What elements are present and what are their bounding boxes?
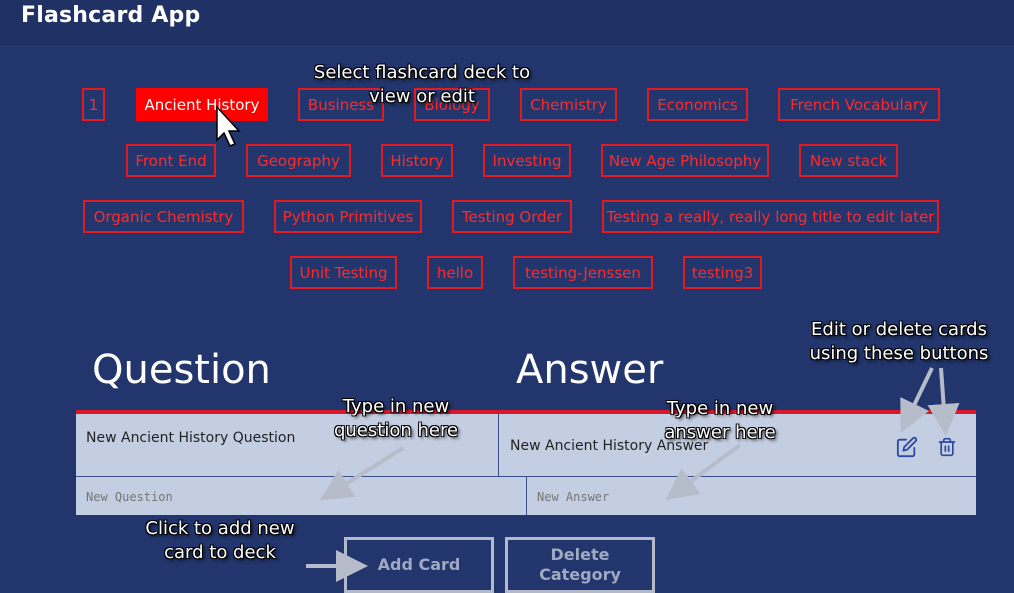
deck-button-new-age-philosophy[interactable]: New Age Philosophy (601, 144, 769, 177)
card-table: New Ancient History Question New Ancient… (76, 410, 976, 515)
deck-button-business[interactable]: Business (298, 88, 384, 121)
deck-button-hello[interactable]: hello (427, 256, 483, 289)
deck-button-testing3[interactable]: testing3 (683, 256, 762, 289)
deck-button-python-primitives[interactable]: Python Primitives (274, 200, 422, 233)
deck-button-new-stack[interactable]: New stack (799, 144, 898, 177)
app-header: Flashcard App (0, 0, 1014, 47)
deck-button-economics[interactable]: Economics (647, 88, 748, 121)
deck-button-organic-chemistry[interactable]: Organic Chemistry (83, 200, 244, 233)
deck-button-ancient-history[interactable]: Ancient History (136, 88, 268, 121)
annotation-add-card: Click to add new card to deck (145, 518, 295, 563)
deck-button-history[interactable]: History (381, 144, 453, 177)
app-title: Flashcard App (21, 3, 201, 28)
deck-button-front-end[interactable]: Front End (126, 144, 216, 177)
edit-icon[interactable] (894, 434, 920, 460)
deck-button-chemistry[interactable]: Chemistry (520, 88, 617, 121)
deck-button-biology[interactable]: Biology (414, 88, 490, 121)
new-answer-input[interactable] (527, 480, 976, 514)
deck-button-french-vocabulary[interactable]: French Vocabulary (778, 88, 940, 121)
deck-button-testing-order[interactable]: Testing Order (452, 200, 572, 233)
column-divider (498, 414, 499, 476)
card-answer: New Ancient History Answer (510, 438, 709, 454)
deck-button-investing[interactable]: Investing (483, 144, 571, 177)
deck-button-unit-testing[interactable]: Unit Testing (290, 256, 397, 289)
deck-button-testing-long-title[interactable]: Testing a really, really long title to e… (602, 200, 939, 233)
add-card-button[interactable]: Add Card (344, 537, 494, 593)
trash-icon[interactable] (934, 434, 960, 460)
deck-button-geography[interactable]: Geography (246, 144, 351, 177)
annotation-edit-delete: Edit or delete cards using these buttons (809, 319, 989, 364)
new-question-input[interactable] (76, 480, 526, 514)
answer-column-header: Answer (516, 347, 664, 393)
delete-category-button[interactable]: Delete Category (505, 537, 655, 593)
deck-button-1[interactable]: 1 (82, 88, 105, 121)
deck-button-testing-jenssen[interactable]: testing-Jenssen (513, 256, 653, 289)
card-question: New Ancient History Question (86, 430, 296, 446)
question-column-header: Question (92, 347, 271, 393)
